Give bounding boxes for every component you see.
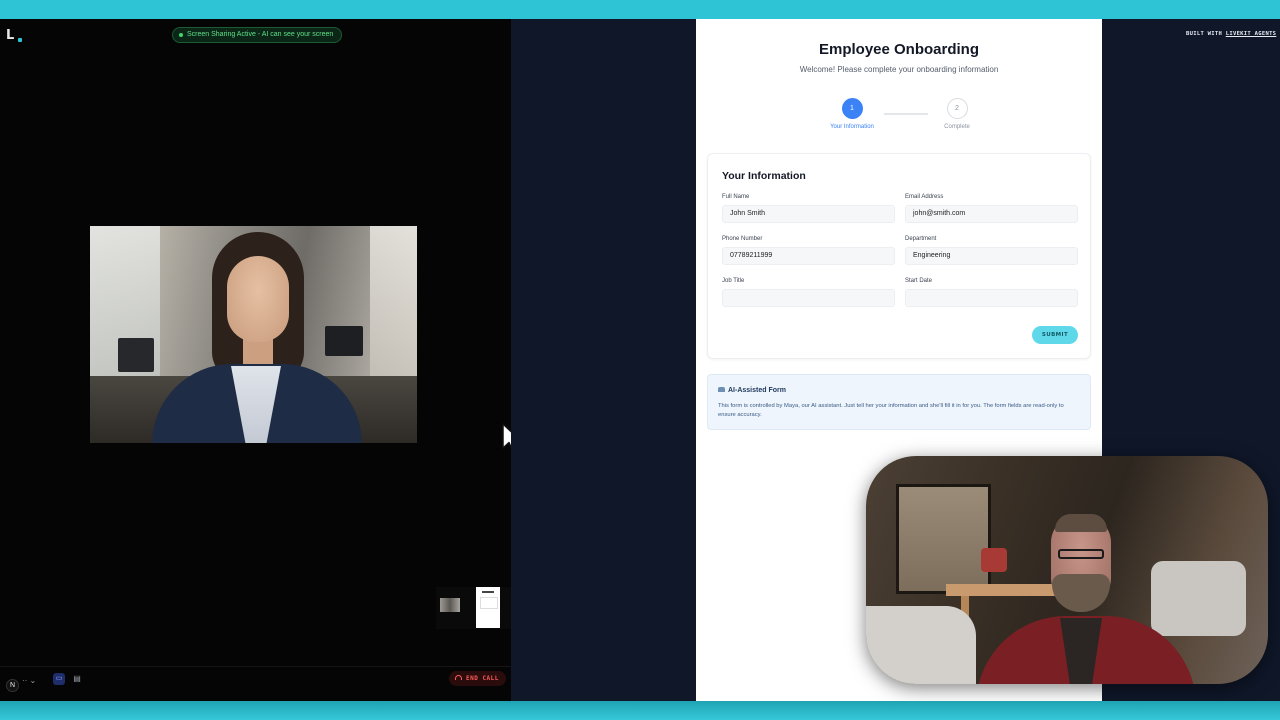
presenter-hair: [1055, 514, 1107, 532]
end-call-label: END CALL: [466, 675, 499, 682]
department-input[interactable]: Engineering: [905, 247, 1078, 265]
notice-text: This form is controlled by Maya, our AI …: [718, 403, 1064, 418]
call-panel: L Screen Sharing Active - AI can see you…: [0, 19, 522, 701]
full-name-field: Full Name John Smith: [722, 194, 895, 223]
status-dot-icon: [179, 33, 183, 37]
agent-bg-window: [370, 226, 417, 376]
phone-field: Phone Number 07789211999: [722, 236, 895, 265]
webcam-bg-chair: [1151, 561, 1246, 636]
step-number: 1: [841, 98, 863, 119]
phone-input[interactable]: 07789211999: [722, 247, 895, 265]
field-label: Department: [905, 236, 937, 242]
robot-icon: [718, 387, 725, 392]
field-label: Full Name: [722, 194, 750, 200]
notice-title: AI-Assisted Form: [718, 387, 786, 394]
frame-border: [0, 701, 1280, 720]
webcam-bg-table: [946, 584, 1066, 596]
screen-share-icon: ▭: [55, 675, 63, 682]
chat-icon: ▤: [73, 674, 81, 683]
email-input[interactable]: john@smith.com: [905, 205, 1078, 223]
page-title: Employee Onboarding: [818, 41, 980, 58]
user-avatar[interactable]: N: [6, 679, 19, 692]
webcam-bg-sofa: [866, 606, 976, 684]
department-field: Department Engineering: [905, 236, 1078, 265]
job-title-field: Job Title: [722, 278, 895, 307]
call-control-bar: N ·· ⌄ ▭ ▤ END CALL: [0, 666, 511, 701]
webcam-bg-drum: [981, 548, 1007, 572]
notice-title-text: AI-Assisted Form: [728, 387, 786, 394]
chat-toggle[interactable]: ▤: [71, 673, 83, 685]
livekit-logo: L: [6, 29, 22, 43]
built-with-branding: BUILT WITH LIVEKIT AGENTS: [1186, 31, 1276, 37]
step-label: Your Information: [830, 124, 874, 130]
job-title-input[interactable]: [722, 289, 895, 307]
step-indicator-1: 1 Your Information: [812, 98, 892, 130]
page-subtitle: Welcome! Please complete your onboarding…: [799, 65, 999, 74]
agent-thumbnail[interactable]: [440, 598, 460, 612]
agent-face: [227, 256, 289, 342]
email-field: Email Address john@smith.com: [905, 194, 1078, 223]
agent-video-tile: [90, 226, 417, 443]
information-card: Your Information Full Name John Smith Em…: [707, 153, 1091, 359]
field-label: Job Title: [722, 278, 745, 284]
card-title: Your Information: [722, 170, 806, 182]
webcam-bg-projection: [896, 484, 991, 594]
field-label: Phone Number: [722, 236, 763, 242]
presenter-beard: [1052, 574, 1110, 612]
full-name-input[interactable]: John Smith: [722, 205, 895, 223]
share-badge-label: Screen Sharing Active - AI can see your …: [187, 31, 334, 38]
start-date-field: Start Date: [905, 278, 1078, 307]
phone-hangup-icon: [455, 675, 462, 680]
ai-assisted-notice: AI-Assisted Form This form is controlled…: [707, 374, 1091, 430]
end-call-button[interactable]: END CALL: [449, 671, 506, 686]
agent-bg-monitor: [118, 338, 154, 372]
step-label: Complete: [944, 124, 970, 130]
livekit-agents-link[interactable]: LIVEKIT AGENTS: [1226, 31, 1277, 37]
background-band: [511, 19, 696, 701]
start-date-input[interactable]: [905, 289, 1078, 307]
screen-share-thumbnail[interactable]: [476, 587, 500, 628]
screen-share-toggle[interactable]: ▭: [53, 673, 65, 685]
presenter-glasses: [1058, 549, 1104, 559]
screen-share-badge: Screen Sharing Active - AI can see your …: [172, 27, 343, 43]
field-label: Start Date: [905, 278, 933, 284]
branding-prefix: BUILT WITH: [1186, 31, 1226, 37]
field-label: Email Address: [905, 194, 944, 200]
agent-bg-monitor: [325, 326, 363, 356]
submit-button[interactable]: SUBMIT: [1032, 326, 1078, 344]
presenter-webcam-overlay: [866, 456, 1268, 684]
step-number: 2: [946, 98, 968, 119]
microphone-menu-button[interactable]: ·· ⌄: [22, 673, 46, 688]
participant-thumbnails[interactable]: [436, 587, 511, 629]
screen: L Screen Sharing Active - AI can see you…: [0, 19, 1280, 701]
step-indicator-2: 2 Complete: [917, 98, 997, 130]
